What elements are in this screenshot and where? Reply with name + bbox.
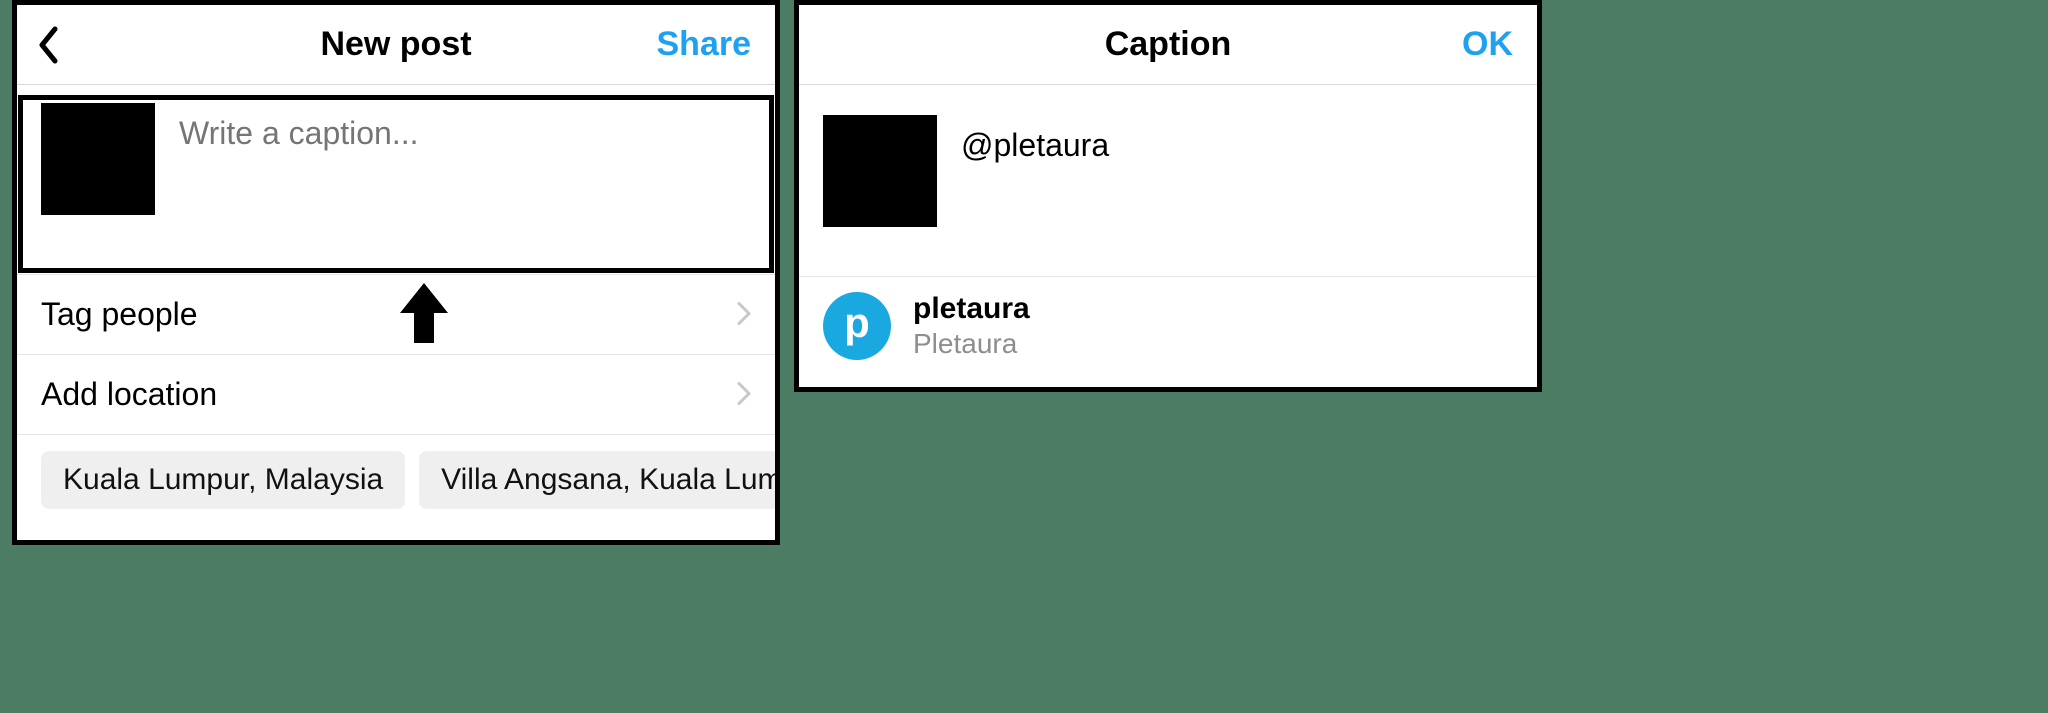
avatar: p bbox=[823, 292, 891, 360]
suggestion-displayname: Pletaura bbox=[913, 327, 1030, 361]
location-chip[interactable]: Villa Angsana, Kuala Lumpur bbox=[419, 451, 775, 509]
ok-button[interactable]: OK bbox=[1462, 5, 1513, 84]
page-title: Caption bbox=[1105, 25, 1232, 64]
post-thumbnail[interactable] bbox=[823, 115, 937, 227]
row-label: Tag people bbox=[41, 296, 198, 333]
tag-people-row[interactable]: Tag people bbox=[17, 275, 775, 355]
caption-edit-row[interactable] bbox=[799, 85, 1537, 277]
location-chip[interactable]: Kuala Lumpur, Malaysia bbox=[41, 451, 405, 509]
page-title: New post bbox=[320, 25, 471, 64]
new-post-header: New post Share bbox=[17, 5, 775, 85]
new-post-screen: New post Share Tag people Add location bbox=[12, 0, 780, 545]
share-button[interactable]: Share bbox=[657, 5, 752, 84]
row-label: Add location bbox=[41, 376, 217, 413]
caption-row[interactable] bbox=[17, 85, 775, 275]
chevron-right-icon bbox=[737, 376, 751, 413]
suggestion-username: pletaura bbox=[913, 291, 1030, 327]
back-button[interactable] bbox=[37, 5, 59, 84]
location-suggestions: Kuala Lumpur, Malaysia Villa Angsana, Ku… bbox=[17, 435, 775, 509]
caption-input[interactable] bbox=[959, 115, 1513, 165]
post-thumbnail[interactable] bbox=[41, 103, 155, 215]
chevron-right-icon bbox=[737, 296, 751, 333]
avatar-letter: p bbox=[844, 302, 870, 344]
add-location-row[interactable]: Add location bbox=[17, 355, 775, 435]
chevron-left-icon bbox=[37, 26, 59, 64]
mention-suggestion[interactable]: p pletaura Pletaura bbox=[799, 277, 1537, 375]
caption-input[interactable] bbox=[177, 103, 751, 153]
caption-header: Caption OK bbox=[799, 5, 1537, 85]
suggestion-text: pletaura Pletaura bbox=[913, 291, 1030, 361]
caption-screen: Caption OK p pletaura Pletaura bbox=[794, 0, 1542, 392]
